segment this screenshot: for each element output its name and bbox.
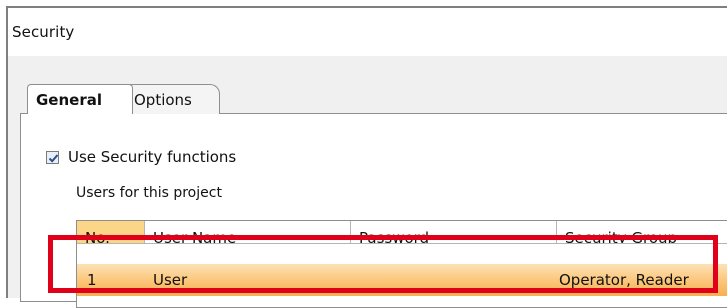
use-security-checkbox-row[interactable]: Use Security functions <box>46 148 236 166</box>
grid-header: No. User Name Password Security Group <box>77 221 727 244</box>
checkmark-icon <box>48 153 59 163</box>
cell-no: 1 <box>87 271 97 289</box>
cell-security-group: Operator, Reader <box>559 271 689 289</box>
window-title: Security <box>12 23 75 41</box>
cell-user-name: User <box>153 271 188 289</box>
tab-general-label: General <box>36 91 102 109</box>
column-header-no[interactable]: No. <box>77 221 145 243</box>
column-header-password[interactable]: Password <box>351 221 557 243</box>
tab-options[interactable]: Options <box>124 84 220 114</box>
users-grid: No. User Name Password Security Group 1 … <box>76 220 727 308</box>
column-header-user-name[interactable]: User Name <box>145 221 351 243</box>
table-row[interactable]: 1 User Operator, Reader <box>77 264 727 296</box>
tab-options-label: Options <box>134 91 192 109</box>
column-header-security-group[interactable]: Security Group <box>557 221 727 243</box>
use-security-label: Use Security functions <box>68 148 237 166</box>
tab-general[interactable]: General <box>27 84 133 114</box>
security-window: Security Options General Use Security fu… <box>6 6 727 308</box>
use-security-checkbox[interactable] <box>46 150 59 164</box>
title-bar: Security <box>8 8 727 56</box>
users-for-project-label: Users for this project <box>76 185 222 201</box>
